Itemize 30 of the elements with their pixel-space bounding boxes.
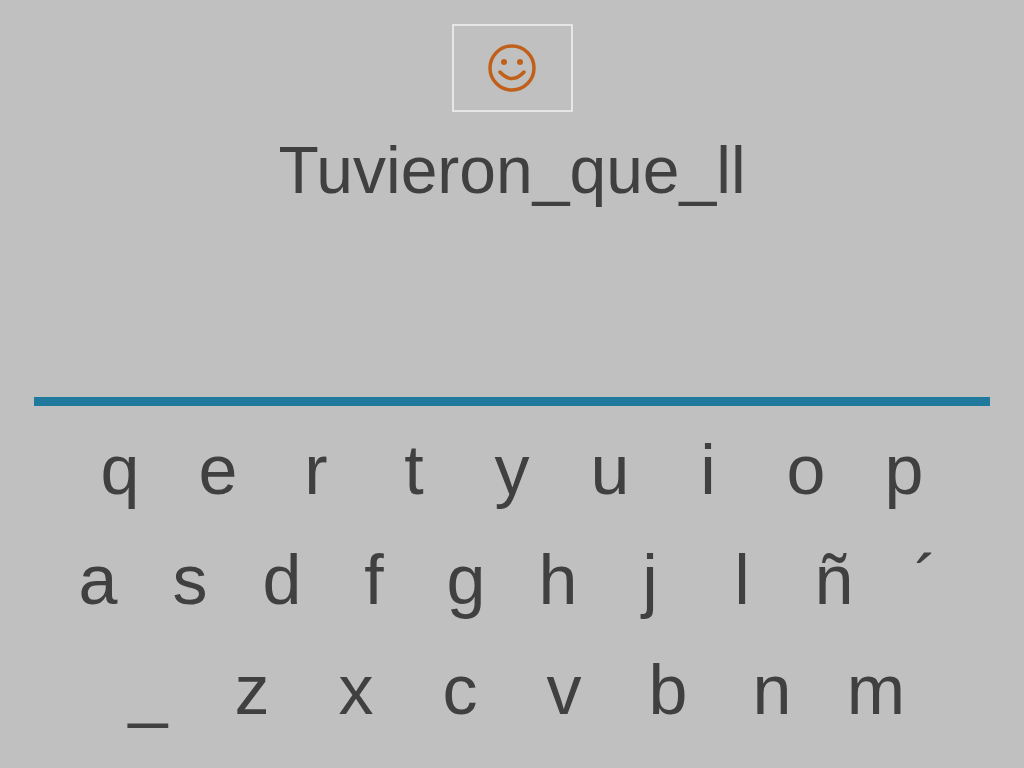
letter-key[interactable]: f [328,536,420,624]
letter-key[interactable]: m [824,646,928,734]
letter-key[interactable]: a [52,536,144,624]
hint-button[interactable] [451,24,573,112]
letter-key[interactable]: _ [96,646,200,734]
letter-key[interactable]: l [696,536,788,624]
letter-key[interactable]: n [720,646,824,734]
letter-key[interactable]: d [236,536,328,624]
guessed-word: Tuvieron_que_ll [278,132,746,209]
letter-key[interactable]: ´ [880,536,972,624]
letter-key[interactable]: r [267,426,365,514]
letter-key[interactable]: x [304,646,408,734]
letter-key[interactable]: q [71,426,169,514]
letter-key[interactable]: h [512,536,604,624]
letter-key[interactable]: ñ [788,536,880,624]
smiley-icon [487,43,537,93]
letter-key[interactable]: t [365,426,463,514]
letter-key[interactable]: i [659,426,757,514]
letter-key[interactable]: v [512,646,616,734]
letter-key[interactable]: c [408,646,512,734]
letter-key[interactable]: b [616,646,720,734]
letter-key[interactable]: u [561,426,659,514]
letter-key[interactable]: g [420,536,512,624]
letter-key[interactable]: p [855,426,953,514]
letter-key[interactable]: y [463,426,561,514]
letter-key[interactable]: j [604,536,696,624]
letter-key[interactable]: e [169,426,267,514]
letter-key[interactable]: s [144,536,236,624]
letter-key[interactable]: z [200,646,304,734]
letter-key[interactable]: o [757,426,855,514]
